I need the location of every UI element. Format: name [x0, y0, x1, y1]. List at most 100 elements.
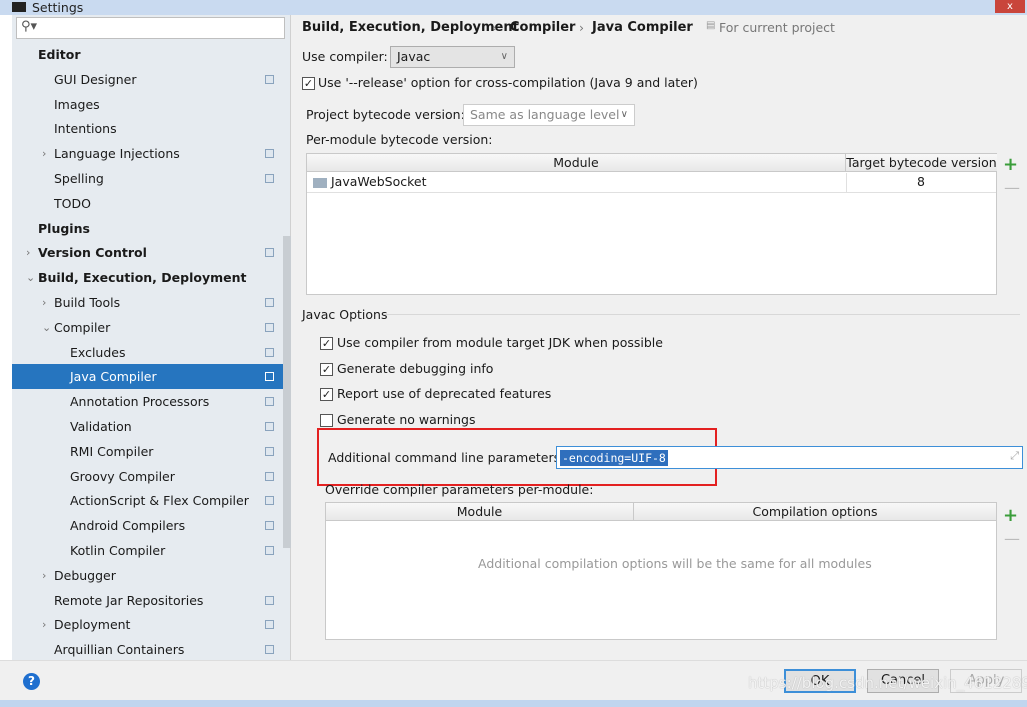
help-button[interactable]: ?	[23, 673, 40, 690]
sidebar-item[interactable]: Spelling	[12, 166, 283, 191]
sidebar-item[interactable]: Android Compilers	[12, 513, 283, 538]
project-scope-icon	[265, 546, 274, 555]
add-icon[interactable]: +	[1003, 505, 1018, 526]
chevron-right-icon[interactable]: ›	[42, 612, 46, 637]
project-scope-icon: ▤	[706, 20, 716, 31]
sidebar-item[interactable]: Annotation Processors	[12, 389, 283, 414]
sidebar-item-label: Groovy Compiler	[70, 468, 175, 484]
release-label: Use '--release' option for cross-compila…	[318, 75, 698, 90]
chevron-right-icon[interactable]: ›	[42, 563, 46, 588]
override-label: Override compiler parameters per-module:	[325, 482, 594, 497]
option-label: Generate debugging info	[337, 360, 494, 376]
bytecode-value: Same as language level	[470, 107, 620, 122]
sidebar-item-label: Build Tools	[54, 295, 121, 310]
sidebar-item[interactable]: ⌄ Compiler	[12, 315, 283, 340]
remove-icon[interactable]: —	[1004, 178, 1020, 197]
sidebar-item[interactable]: Kotlin Compiler	[12, 538, 283, 563]
sidebar-item[interactable]: Intentions	[12, 116, 283, 141]
expand-icon[interactable]: ⤢	[1010, 449, 1019, 463]
sidebar-item[interactable]: › Build Tools	[12, 290, 283, 315]
title-bar: Settings x	[0, 0, 1027, 15]
sidebar-item[interactable]: ActionScript & Flex Compiler	[12, 488, 283, 513]
option-checkbox[interactable]: ✓	[320, 388, 333, 401]
sidebar-item[interactable]: RMI Compiler	[12, 439, 283, 464]
breadcrumb-separator: ›	[579, 20, 584, 35]
option-checkbox[interactable]	[320, 413, 333, 427]
search-input[interactable]: ⚲▾	[16, 17, 285, 39]
sidebar-item[interactable]: Arquillian Containers	[12, 637, 283, 662]
column-header-options[interactable]: Compilation options	[634, 503, 996, 521]
project-scope-icon	[265, 521, 274, 531]
column-header-module[interactable]: Module	[326, 503, 634, 521]
sidebar-item[interactable]: Validation	[12, 414, 283, 439]
sidebar-item[interactable]: GUI Designer	[12, 67, 283, 92]
project-scope-icon	[265, 397, 274, 407]
window-border	[0, 8, 12, 700]
compiler-value: Javac	[397, 49, 431, 64]
apply-button[interactable]: Apply	[950, 669, 1022, 693]
sidebar-item[interactable]: Images	[12, 92, 283, 117]
sidebar-item-label: Remote Jar Repositories	[54, 592, 204, 608]
sidebar-item-label: Language Injections	[54, 146, 180, 162]
chevron-down-icon: ∨	[620, 109, 628, 120]
option-checkbox[interactable]: ✓	[320, 337, 333, 350]
sidebar-item[interactable]: Remote Jar Repositories	[12, 588, 283, 613]
sidebar-item[interactable]: Excludes	[12, 340, 283, 365]
sidebar-item[interactable]: Editor	[12, 42, 283, 67]
sidebar-item[interactable]: Java Compiler	[12, 364, 283, 390]
breadcrumb-java-compiler: Java Compiler	[592, 20, 693, 35]
remove-icon[interactable]: —	[1004, 529, 1020, 548]
option-label: Use compiler from module target JDK when…	[337, 335, 663, 350]
sidebar-item[interactable]: › Debugger	[12, 563, 283, 588]
main-panel: Build, Execution, Deployment › Compiler …	[292, 8, 1027, 660]
sidebar-item-label: GUI Designer	[54, 71, 137, 87]
column-header-module[interactable]: Module	[307, 154, 846, 172]
add-icon[interactable]: +	[1003, 154, 1018, 175]
chevron-down-icon[interactable]: ⌄	[42, 315, 51, 340]
option-checkbox[interactable]: ✓	[320, 362, 333, 376]
chevron-down-icon[interactable]: ⌄	[26, 265, 35, 290]
compiler-select[interactable]: Javac ∨	[390, 46, 515, 68]
target-version: 8	[917, 174, 925, 189]
sidebar-item-label: Editor	[38, 47, 81, 62]
sidebar-item-label: Excludes	[70, 344, 126, 360]
release-checkbox[interactable]: ✓	[302, 77, 315, 90]
sidebar-item-label: Plugins	[38, 220, 90, 236]
chevron-right-icon[interactable]: ›	[42, 290, 46, 315]
app-icon	[12, 2, 26, 12]
sidebar-item-label: Spelling	[54, 171, 104, 186]
breadcrumb-compiler: Compiler	[510, 20, 576, 35]
sidebar-scrollbar[interactable]	[283, 236, 291, 548]
sidebar-item[interactable]: › Version Control	[12, 240, 283, 265]
sidebar-item[interactable]: ⌄ Build, Execution, Deployment	[12, 265, 283, 290]
sidebar-item-label: Compiler	[54, 319, 111, 335]
override-table: Module Compilation options Additional co…	[325, 502, 997, 640]
table-row[interactable]: JavaWebSocket 8	[307, 173, 996, 193]
sidebar-item-label: Version Control	[38, 245, 147, 261]
sidebar-item-label: Arquillian Containers	[54, 642, 185, 658]
project-scope-icon	[265, 298, 274, 307]
scope-label: For current project	[719, 20, 835, 35]
params-value: -encoding=UIF-8	[560, 450, 668, 466]
sidebar-item[interactable]: Groovy Compiler	[12, 464, 283, 489]
params-label: Additional command line parameters:	[328, 450, 565, 465]
ok-button[interactable]: OK	[784, 669, 856, 693]
divider	[384, 314, 1020, 315]
sidebar-item[interactable]: › Deployment	[12, 612, 283, 637]
bytecode-select[interactable]: Same as language level ∨	[463, 104, 635, 126]
chevron-right-icon[interactable]: ›	[42, 141, 46, 166]
sidebar-item-label: Android Compilers	[70, 518, 186, 534]
project-scope-icon	[265, 174, 274, 183]
sidebar-item[interactable]: › Language Injections	[12, 141, 283, 166]
use-compiler-label: Use compiler:	[302, 49, 388, 64]
sidebar-item[interactable]: Plugins	[12, 216, 283, 241]
close-button[interactable]: x	[995, 0, 1025, 13]
breadcrumb-separator: ›	[492, 20, 497, 35]
option-label: Generate no warnings	[337, 411, 476, 427]
column-header-target[interactable]: Target bytecode version	[846, 154, 997, 172]
cancel-button[interactable]: Cancel	[867, 669, 939, 693]
chevron-right-icon[interactable]: ›	[26, 240, 30, 265]
params-input[interactable]: -encoding=UIF-8 ⤢	[556, 446, 1023, 469]
chevron-down-icon: ∨	[500, 51, 508, 62]
sidebar-item[interactable]: TODO	[12, 191, 283, 216]
